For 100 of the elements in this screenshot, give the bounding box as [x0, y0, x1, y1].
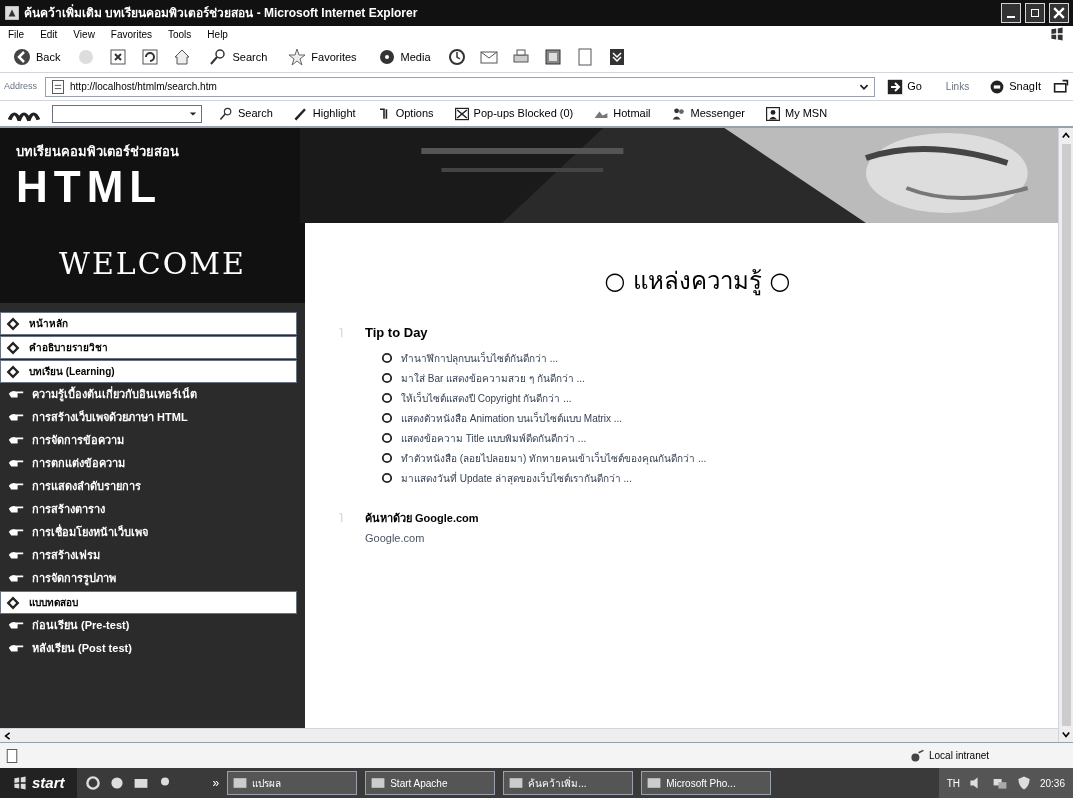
sidebar-link[interactable]: ความรู้เบื้องต้นเกี่ยวกับอินเทอร์เน็ต [0, 383, 297, 406]
popup-blocker-button[interactable]: Pop-ups Blocked (0) [449, 105, 578, 122]
taskbar-button[interactable]: Microsoft Pho... [641, 771, 772, 795]
sidebar-link[interactable]: การสร้างเว็บเพจด้วยภาษา HTML [0, 406, 297, 429]
taskbar-button[interactable]: Start Apache [365, 771, 496, 795]
menu-item[interactable]: Favorites [110, 26, 152, 42]
back-button[interactable]: Back [8, 47, 65, 67]
favorites-button[interactable]: Favorites [283, 47, 361, 67]
close-button[interactable] [1049, 3, 1069, 23]
diamond-icon [5, 339, 21, 356]
page-icon [50, 78, 67, 95]
media-button[interactable]: Media [372, 47, 435, 67]
search-button[interactable]: Search [204, 47, 272, 67]
refresh-icon [140, 47, 161, 67]
options-button[interactable]: Options [371, 105, 438, 122]
sidebar-link[interactable]: การแสดงลำดับรายการ [0, 475, 297, 498]
circle-bullet-icon [381, 372, 393, 384]
search-button[interactable]: Search [214, 105, 277, 122]
edit-icon [542, 47, 563, 67]
person-icon [765, 105, 781, 122]
sidebar-link[interactable]: หลังเรียน (Post test) [0, 637, 297, 660]
shield-icon [1015, 775, 1032, 791]
people-icon [670, 105, 687, 122]
tip-link[interactable]: ทำนาฬิกาปลุกบนเว็บไซต์กันดีกว่า ... [401, 350, 559, 366]
restore-button[interactable] [1025, 3, 1045, 23]
taskbar-button[interactable]: แปรผล [227, 771, 358, 795]
diamond-icon [5, 594, 21, 611]
html-logo: HTML [16, 165, 164, 210]
diamond-icon [5, 363, 21, 380]
language-indicator[interactable]: TH [946, 775, 960, 791]
search-icon [218, 105, 234, 122]
windows-flag-icon [12, 775, 28, 791]
address-label: Address [4, 79, 38, 93]
vertical-scrollbar[interactable] [1058, 128, 1073, 742]
go-button[interactable]: Go [883, 78, 926, 95]
sidebar-link[interactable]: การสร้างตาราง [0, 498, 297, 521]
window-icon [370, 775, 387, 791]
sidebar-link[interactable]: การสร้างเฟรม [0, 544, 297, 567]
snagit-logo-icon [989, 78, 1006, 95]
menu-item[interactable]: Edit [40, 26, 58, 42]
sidebar-link[interactable]: การตกแต่งข้อความ [0, 452, 297, 475]
more-chevron[interactable]: » [212, 774, 220, 792]
menu-item[interactable]: Tools [168, 26, 192, 42]
network-icon [909, 747, 925, 764]
minimize-button[interactable] [1001, 3, 1021, 23]
media-icon [108, 775, 125, 791]
tip-link[interactable]: มาใส่ Bar แสดงข้อความสวย ๆ กันดีกว่า ... [401, 370, 585, 386]
stop-icon [108, 47, 129, 67]
address-field[interactable]: http://localhost/htmlm/search.htm [45, 76, 876, 97]
section-title: Tip to Day [365, 324, 428, 342]
sidebar-section[interactable]: คำอธิบายรายวิชา [0, 336, 297, 359]
tip-link[interactable]: มาแสดงวันที่ Update ล่าสุดของเว็บไซต์เรากันดีกว่า ... [401, 470, 632, 486]
tip-link[interactable]: ให้เว็บไซต์แสดงปี Copyright กันดีกว่า ... [401, 390, 572, 406]
tip-link[interactable]: แสดงตัวหนังสือ Animation บนเว็บไซต์แบบ Matrix ... [401, 410, 623, 426]
sidebar-link[interactable]: การเชื่อมโยงหน้าเว็บเพจ [0, 521, 297, 544]
circle-bullet-icon [381, 412, 393, 424]
sidebar-section[interactable]: บทเรียน (Learning) [0, 360, 297, 383]
google-link[interactable]: Google.com [365, 530, 1058, 547]
menu-item[interactable]: View [73, 26, 95, 42]
messenger-button[interactable]: Messenger [666, 105, 749, 122]
window-icon [646, 775, 663, 791]
window-title: ค้นคว้าเพิ่มเติม บทเรียนคอมพิวเตอร์ช่วยสอน - Microsoft Internet Explorer [24, 4, 419, 22]
start-button[interactable]: start [0, 768, 77, 798]
circle-bullet-icon [381, 352, 393, 364]
windows-flag-icon [1049, 26, 1065, 42]
my-msn-button[interactable]: My MSN [761, 105, 832, 122]
arrow-right-icon [887, 78, 904, 95]
sidebar-link[interactable]: ก่อนเรียน (Pre-test) [0, 614, 297, 637]
tip-link[interactable]: แสดงข้อความ Title แบบพิมพ์ดีดกันดีกว่า ... [401, 430, 587, 446]
menu-item[interactable]: File [8, 26, 25, 42]
browser-icon [84, 775, 101, 791]
horizontal-scrollbar[interactable] [0, 728, 1058, 742]
sidebar-section[interactable]: หน้าหลัก [0, 312, 297, 335]
tip-link[interactable]: ทำตัวหนังสือ (ลอยไปลอยมา) ทักทายคนเข้าเว็บไซต์ของคุณกันดีกว่า ... [401, 450, 707, 466]
page-heading: ○ แหล่งความรู้ ○ [603, 266, 792, 298]
window-icon [508, 775, 525, 791]
dropdown-arrow-icon [189, 109, 197, 118]
taskbar-button[interactable]: ค้นคว้าเพิ่ม... [503, 771, 634, 795]
blocked-window-icon [453, 105, 470, 122]
circle-bullet-icon [381, 432, 393, 444]
address-text: http://localhost/htmlm/search.htm [70, 80, 218, 94]
status-zone: Local intranet [929, 749, 991, 763]
circle-bullet-icon [381, 472, 393, 484]
sidebar-link[interactable]: การจัดการรูปภาพ [0, 567, 297, 590]
menu-item[interactable]: Help [207, 26, 228, 42]
msn-search-field[interactable] [52, 104, 202, 123]
sidebar-section[interactable]: แบบทดสอบ [0, 591, 297, 614]
circle-bullet-icon [381, 392, 393, 404]
window-icon [232, 775, 249, 791]
star-icon [287, 47, 308, 67]
diamond-icon [5, 315, 21, 332]
welcome-logo: WELCOME [59, 244, 246, 283]
highlight-button[interactable]: Highlight [288, 105, 360, 122]
banner-subtitle: บทเรียนคอมพิวเตอร์ช่วยสอน [16, 142, 180, 161]
hotmail-button[interactable]: Hotmail [589, 105, 655, 122]
circle-bullet-icon [381, 452, 393, 464]
links-label: Links [945, 80, 970, 94]
clock: 20:36 [1039, 776, 1065, 791]
sidebar-link[interactable]: การจัดการข้อความ [0, 429, 297, 452]
snagit-button[interactable]: SnagIt [985, 78, 1045, 95]
